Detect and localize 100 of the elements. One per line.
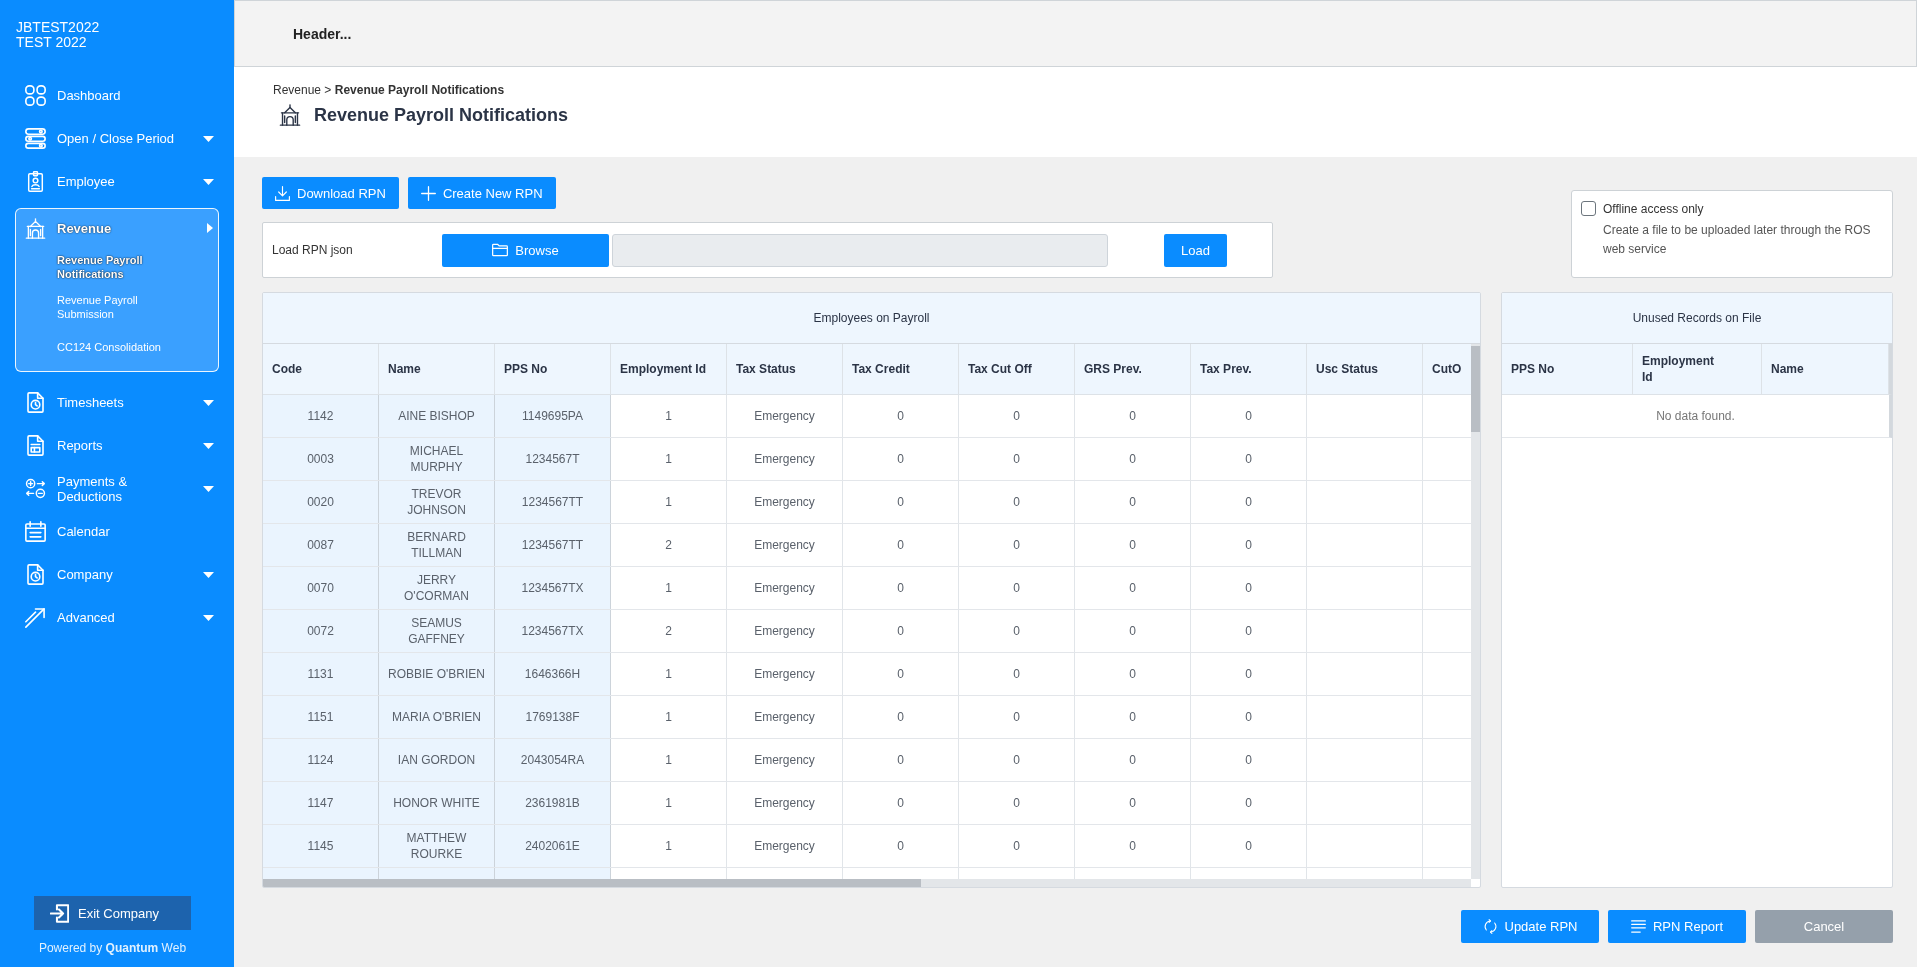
arrow-into-box-icon	[50, 903, 69, 923]
exit-company-button[interactable]: Exit Company	[34, 896, 191, 930]
table-cell: TREVOR JOHNSON	[379, 481, 495, 523]
column-header[interactable]: Name	[1762, 344, 1889, 394]
table-cell: 1234567T	[495, 438, 611, 480]
table-title: Employees on Payroll	[813, 311, 930, 325]
file-path-field[interactable]	[612, 233, 1108, 267]
column-header[interactable]: Employment Id	[611, 344, 727, 394]
table-cell: 0020	[263, 481, 379, 523]
column-header[interactable]: PPS No	[1502, 344, 1633, 394]
download-button[interactable]: Download RPN	[262, 177, 399, 209]
nav-item[interactable]: Revenue	[16, 209, 218, 247]
create-button[interactable]: Create New RPN	[407, 177, 556, 209]
header-text: Header...	[293, 25, 352, 42]
nav-item[interactable]: Payments & Deductions	[0, 467, 234, 510]
table-cell: 1234567TX	[495, 567, 611, 609]
download-icon	[275, 185, 290, 201]
plus-minus-icon	[25, 478, 46, 499]
document-icon	[25, 435, 46, 456]
table-title: Unused Records on File	[1632, 311, 1762, 325]
sub-nav-item[interactable]: CC124 Consolidation	[57, 340, 161, 354]
id-badge-icon	[25, 171, 46, 192]
table-cell: 1234567TT	[495, 524, 611, 566]
table-cell: 2402061E	[495, 825, 611, 867]
calendar-icon	[25, 521, 46, 542]
column-header[interactable]: Tax Credit	[843, 344, 959, 394]
table-cell: 1145	[263, 825, 379, 867]
table-cell: 1234567TX	[495, 610, 611, 652]
browse-button[interactable]: Browse	[442, 233, 609, 267]
table-cell: ROBBIE O'BRIEN	[379, 653, 495, 695]
breadcrumb: Revenue > Revenue Payroll Notifications	[273, 82, 505, 98]
table-cell: 1124	[263, 739, 379, 781]
offline-checkbox[interactable]	[1581, 201, 1596, 216]
cancel-button[interactable]: Cancel	[1755, 910, 1893, 943]
toggles-icon	[25, 128, 46, 149]
table-cell: MATTHEW ROURKE	[379, 825, 495, 867]
sub-nav-item[interactable]: Revenue Payroll Notifications	[57, 253, 177, 281]
column-header[interactable]: Usc Status	[1307, 344, 1423, 394]
table-cell: 0070	[263, 567, 379, 609]
arrow-up-right-icon	[25, 607, 46, 628]
table-cell: 1131	[263, 653, 379, 695]
scrollbar-thumb[interactable]	[1471, 346, 1480, 432]
plus-icon	[420, 185, 436, 201]
nav-item[interactable]: Calendar	[0, 510, 234, 553]
table-cell: 0072	[263, 610, 379, 652]
nav-item[interactable]: Employee	[0, 160, 234, 203]
sub-nav-item[interactable]: Revenue Payroll Submission	[57, 293, 177, 321]
table-cell: 1147	[263, 782, 379, 824]
table-cell: 2361981B	[495, 782, 611, 824]
nav-item[interactable]: Open / Close Period	[0, 117, 234, 160]
table-cell: 1646366H	[495, 653, 611, 695]
table-cell: IAN GORDON	[379, 739, 495, 781]
table-cell: BERNARD TILLMAN	[379, 524, 495, 566]
refresh-icon	[1482, 919, 1498, 934]
load-button[interactable]: Load	[1164, 233, 1227, 267]
load-label: Load RPN json	[272, 243, 354, 257]
table-cell: SEAMUS GAFFNEY	[379, 610, 495, 652]
column-header[interactable]: Tax Cut Off	[959, 344, 1075, 394]
update-button[interactable]: Update RPN	[1461, 910, 1599, 943]
building-icon	[279, 104, 301, 126]
table-cell: 1769138F	[495, 696, 611, 738]
lines-icon	[1630, 919, 1646, 934]
column-header[interactable]: GRS Prev.	[1075, 344, 1191, 394]
building-icon	[25, 217, 46, 239]
table-cell: 2043054RA	[495, 739, 611, 781]
table-cell: AINE BISHOP	[379, 395, 495, 437]
file-clock-icon	[25, 392, 46, 413]
grid-icon	[25, 85, 46, 106]
nav-item[interactable]: Dashboard	[0, 74, 234, 117]
file-clock-icon	[25, 564, 46, 585]
report-button[interactable]: RPN Report	[1608, 910, 1746, 943]
column-header[interactable]: PPS No	[495, 344, 611, 394]
table-cell: MICHAEL MURPHY	[379, 438, 495, 480]
nav-item[interactable]: Reports	[0, 424, 234, 467]
nav-item[interactable]: Company	[0, 553, 234, 596]
powered-by-text: Powered by Quantum Web	[38, 941, 187, 955]
table-cell: 1151	[263, 696, 379, 738]
table-cell: 1142	[263, 395, 379, 437]
column-header[interactable]: Employment Id	[1633, 344, 1762, 394]
column-header[interactable]: Name	[379, 344, 495, 394]
table-cell: 0087	[263, 524, 379, 566]
scrollbar-thumb[interactable]	[263, 879, 922, 887]
company-code: JBTEST2022	[15, 20, 100, 35]
page-title: Revenue Payroll Notifications	[314, 104, 569, 126]
table-cell: HONOR WHITE	[379, 782, 495, 824]
folder-icon	[492, 242, 509, 258]
table-cell: JERRY O'CORMAN	[379, 567, 495, 609]
offline-description: Create a file to be uploaded later through the ROS web service	[1602, 222, 1872, 258]
table-cell: MARIA O'BRIEN	[379, 696, 495, 738]
column-header[interactable]: Tax Status	[727, 344, 843, 394]
checkbox-label: Offline access only	[1603, 201, 1704, 216]
column-header[interactable]: Code	[263, 344, 379, 394]
table-cell: 1234567TT	[495, 481, 611, 523]
empty-message: No data found.	[1656, 409, 1735, 423]
company-name: TEST 2022	[15, 35, 87, 50]
column-header[interactable]: Tax Prev.	[1191, 344, 1307, 394]
nav-item[interactable]: Timesheets	[0, 381, 234, 424]
nav-item[interactable]: Advanced	[0, 596, 234, 639]
table-cell: 0003	[263, 438, 379, 480]
table-cell: 1149695PA	[495, 395, 611, 437]
